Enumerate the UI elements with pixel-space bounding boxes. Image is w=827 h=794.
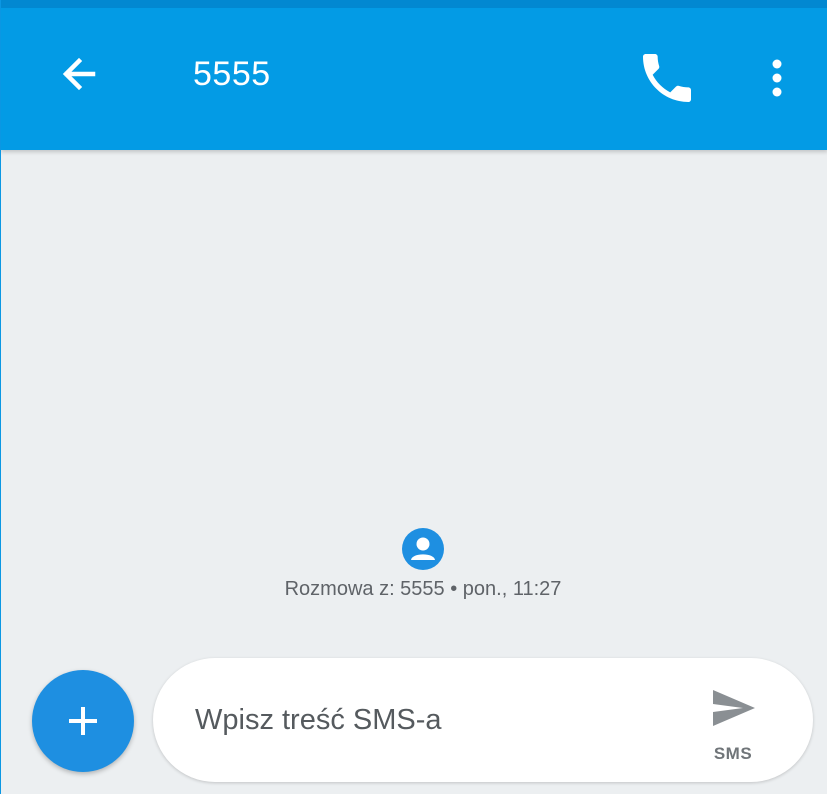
call-button[interactable] xyxy=(635,46,699,110)
message-composer: SMS xyxy=(153,658,813,782)
conversation-title: 5555 xyxy=(193,55,271,93)
arrow-left-icon xyxy=(62,57,96,91)
attach-button[interactable] xyxy=(32,670,134,772)
more-vertical-icon xyxy=(772,59,782,97)
more-options-button[interactable] xyxy=(753,46,801,110)
send-icon xyxy=(713,690,755,726)
conversation-info: Rozmowa z: 5555 • pon., 11:27 xyxy=(1,528,827,602)
send-sms-label: SMS xyxy=(713,744,753,763)
phone-icon xyxy=(643,54,691,102)
conversation-info-text: Rozmowa z: 5555 • pon., 11:27 xyxy=(284,578,562,600)
app-bar: 5555 xyxy=(1,0,827,150)
message-input[interactable] xyxy=(193,694,667,746)
send-sms-button[interactable]: SMS xyxy=(693,680,773,770)
plus-icon xyxy=(69,707,97,735)
person-icon xyxy=(402,528,444,570)
messaging-screen: 5555 Rozmowa z: 5555 • pon., 11:27 Wpisz… xyxy=(0,0,827,794)
back-button[interactable] xyxy=(49,44,109,104)
